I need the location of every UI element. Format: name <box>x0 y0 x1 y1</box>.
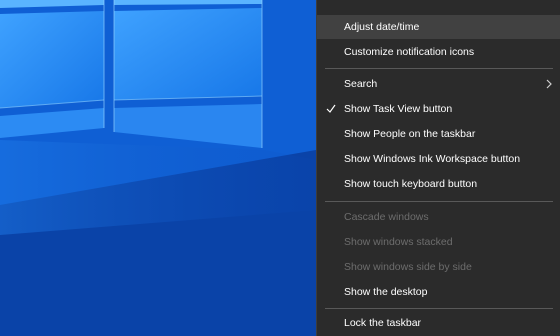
menu-item-label: Search <box>344 78 378 90</box>
logo-pane-mid-left <box>0 11 104 108</box>
menu-item-label: Show touch keyboard button <box>344 178 478 190</box>
menu-item-show-people-on-taskbar[interactable]: Show People on the taskbar <box>317 122 560 146</box>
menu-item-label: Show windows side by side <box>344 261 472 273</box>
menu-item-show-windows-ink-workspace-button[interactable]: Show Windows Ink Workspace button <box>317 147 560 171</box>
menu-item-label: Lock the taskbar <box>344 317 422 329</box>
menu-separator <box>325 201 553 202</box>
menu-item-label: Adjust date/time <box>344 21 420 33</box>
logo-pane-mid-right <box>114 8 262 100</box>
checkmark-icon <box>326 104 336 113</box>
menu-item-label: Show the desktop <box>344 286 428 298</box>
menu-item-label: Cascade windows <box>344 211 429 223</box>
menu-item-show-the-desktop[interactable]: Show the desktop <box>317 280 560 304</box>
menu-item-show-task-view-button[interactable]: Show Task View button <box>317 97 560 121</box>
menu-item-customize-notification-icons[interactable]: Customize notification icons <box>317 40 560 64</box>
menu-item-label: Show Task View button <box>344 103 453 115</box>
menu-item-show-touch-keyboard-button[interactable]: Show touch keyboard button <box>317 172 560 196</box>
menu-item-show-windows-side-by-side: Show windows side by side <box>317 255 560 279</box>
menu-item-cascade-windows: Cascade windows <box>317 205 560 229</box>
menu-item-show-windows-stacked: Show windows stacked <box>317 230 560 254</box>
taskbar-context-menu: Adjust date/time Customize notification … <box>316 0 560 336</box>
menu-separator <box>325 308 553 309</box>
menu-item-label: Show Windows Ink Workspace button <box>344 153 521 165</box>
menu-item-search[interactable]: Search <box>317 72 560 96</box>
menu-item-label: Show windows stacked <box>344 236 453 248</box>
menu-item-label: Show People on the taskbar <box>344 128 476 140</box>
menu-item-adjust-date-time[interactable]: Adjust date/time <box>317 15 560 39</box>
chevron-right-icon <box>546 79 552 89</box>
menu-separator <box>325 68 553 69</box>
menu-item-lock-the-taskbar[interactable]: Lock the taskbar <box>317 311 560 335</box>
menu-item-label: Customize notification icons <box>344 46 475 58</box>
